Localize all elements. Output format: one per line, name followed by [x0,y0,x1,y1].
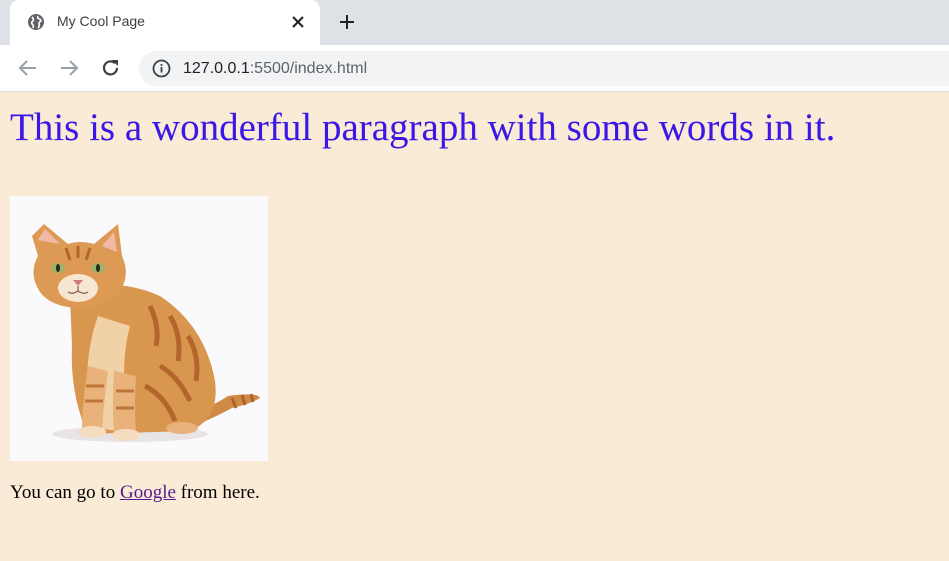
tab-strip: My Cool Page [0,0,949,45]
back-arrow-icon [18,60,36,76]
plus-icon [340,15,354,29]
url-host: 127.0.0.1 [183,60,250,77]
browser-toolbar: 127.0.0.1:5500/index.html [0,45,949,92]
info-icon[interactable] [152,59,171,78]
page-headline: This is a wonderful paragraph with some … [10,106,836,149]
forward-arrow-icon [61,60,79,76]
google-link[interactable]: Google [120,482,176,503]
new-tab-button[interactable] [334,9,360,35]
cat-image [10,196,268,461]
address-bar[interactable]: 127.0.0.1:5500/index.html [139,51,949,86]
reload-icon [102,60,119,76]
close-icon [292,16,304,28]
url-path: :5500/index.html [249,60,368,77]
tab-title: My Cool Page [57,13,145,29]
body-paragraph: You can go to Google from here. [10,482,260,504]
page-content: This is a wonderful paragraph with some … [0,93,949,561]
forward-button[interactable] [56,55,82,81]
close-tab-button[interactable] [289,13,307,31]
text-before-link: You can go to [10,482,120,503]
url-text[interactable]: 127.0.0.1:5500/index.html [183,60,367,78]
back-button[interactable] [15,55,41,81]
reload-button[interactable] [98,55,124,81]
text-after-link: from here. [175,482,260,503]
browser-tab[interactable]: My Cool Page [10,0,320,45]
globe-icon [28,14,44,30]
